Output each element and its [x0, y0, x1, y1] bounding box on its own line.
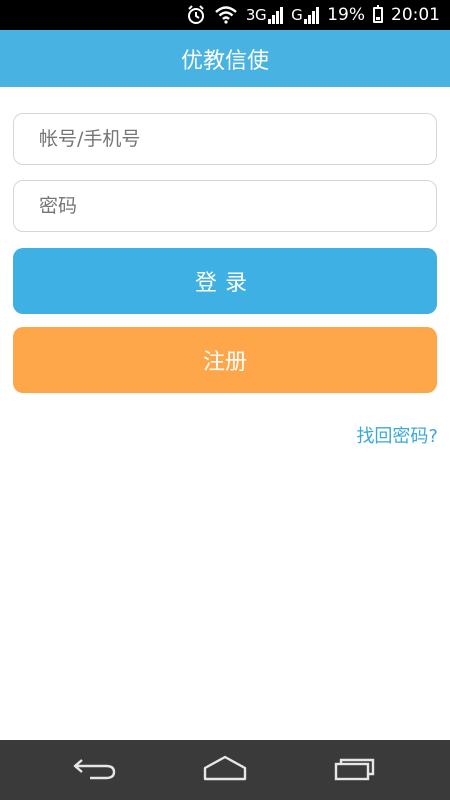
nav-bar [0, 740, 450, 800]
app-title: 优教信使 [180, 48, 269, 74]
home-icon [201, 754, 249, 786]
signal-icon-2 [304, 7, 320, 24]
status-bar: 3G G 19% 20:01 [0, 0, 450, 30]
battery-percent: 19% [327, 5, 365, 25]
back-button[interactable] [65, 750, 125, 790]
forgot-password-link[interactable]: 找回密码? [356, 422, 438, 448]
recent-apps-icon [332, 754, 378, 786]
recent-apps-button[interactable] [325, 750, 385, 790]
login-button-label: 登录 [194, 271, 255, 296]
home-button[interactable] [195, 750, 255, 790]
login-button[interactable]: 登录 [13, 248, 437, 314]
title-bar: 优教信使 [0, 30, 450, 87]
signal-icon [268, 7, 284, 24]
wifi-icon [214, 6, 238, 24]
back-icon [72, 754, 118, 786]
register-button[interactable]: 注册 [13, 327, 437, 393]
password-field[interactable] [13, 180, 437, 232]
password-input[interactable] [37, 194, 436, 218]
network-type-label-2: G [291, 6, 303, 24]
register-button-label: 注册 [202, 350, 247, 375]
account-field[interactable] [13, 113, 437, 165]
account-input[interactable] [37, 127, 436, 151]
network-type-label: 3G [245, 6, 267, 24]
network-g: G [291, 6, 320, 24]
network-3g: 3G [245, 6, 284, 24]
status-time: 20:01 [391, 5, 440, 25]
battery-icon [373, 5, 383, 23]
alarm-icon [186, 5, 206, 25]
